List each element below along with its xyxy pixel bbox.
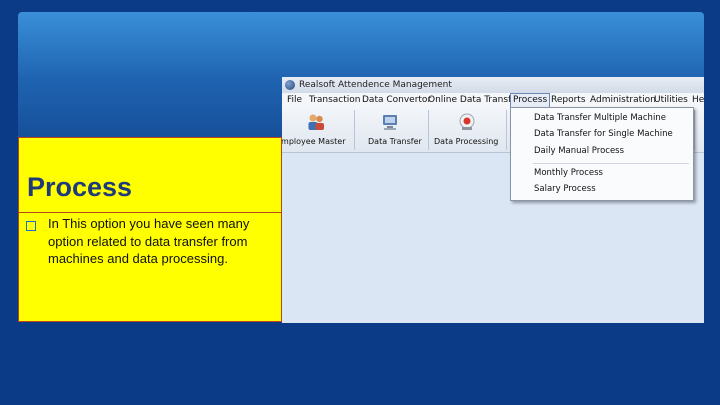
data-transfer-button[interactable]: Data Transfer — [356, 108, 426, 152]
text-panel: Process In This option you have seen man… — [18, 137, 282, 322]
toolbar-separator — [428, 110, 429, 150]
menu-help[interactable]: Help — [690, 94, 704, 107]
process-dropdown-menu: Data Transfer Multiple Machine Data Tran… — [510, 107, 694, 201]
toolbar-separator — [354, 110, 355, 150]
menu-item-monthly-process[interactable]: Monthly Process — [534, 167, 603, 180]
menu-item-data-transfer-multiple-machine[interactable]: Data Transfer Multiple Machine — [534, 112, 666, 125]
employee-master-label: Employee Master — [282, 137, 346, 146]
menu-reports[interactable]: Reports — [549, 94, 588, 107]
data-processing-label: Data Processing — [434, 137, 499, 146]
app-window: Realsoft Attendence Management File Tran… — [282, 77, 704, 323]
employees-icon — [308, 114, 324, 130]
window-title: Realsoft Attendence Management — [299, 80, 452, 90]
slide-header-band — [18, 12, 704, 80]
slide-title: Process — [27, 172, 133, 202]
menu-transaction[interactable]: Transaction — [307, 94, 363, 107]
menu-online-data-transfer[interactable]: Online Data Transfer — [426, 94, 522, 107]
computer-transfer-icon — [383, 115, 397, 130]
menu-separator — [533, 163, 689, 164]
menu-item-salary-process[interactable]: Salary Process — [534, 183, 596, 196]
window-titlebar: Realsoft Attendence Management — [282, 77, 704, 93]
checkbox-bullet-icon — [26, 221, 36, 231]
menu-file[interactable]: File — [285, 94, 304, 107]
data-processing-button[interactable]: Data Processing — [430, 108, 504, 152]
menu-process[interactable]: Process — [510, 93, 551, 108]
processing-globe-icon — [459, 113, 475, 130]
menu-data-convertor[interactable]: Data Convertor — [360, 94, 433, 107]
app-logo-icon — [285, 80, 295, 90]
data-transfer-label: Data Transfer — [368, 137, 422, 146]
menu-administration[interactable]: Administration — [588, 94, 658, 107]
toolbar-separator — [506, 110, 507, 150]
bullet-text: In This option you have seen many option… — [48, 216, 250, 266]
menu-utilities[interactable]: Utilities — [652, 94, 690, 107]
toolbar-separator — [694, 110, 695, 150]
menu-item-data-transfer-single-machine[interactable]: Data Transfer for Single Machine — [534, 128, 673, 141]
panel-divider — [19, 212, 281, 213]
menu-item-daily-manual-process[interactable]: Daily Manual Process — [534, 145, 624, 158]
employee-master-button[interactable]: Employee Master — [282, 108, 352, 152]
